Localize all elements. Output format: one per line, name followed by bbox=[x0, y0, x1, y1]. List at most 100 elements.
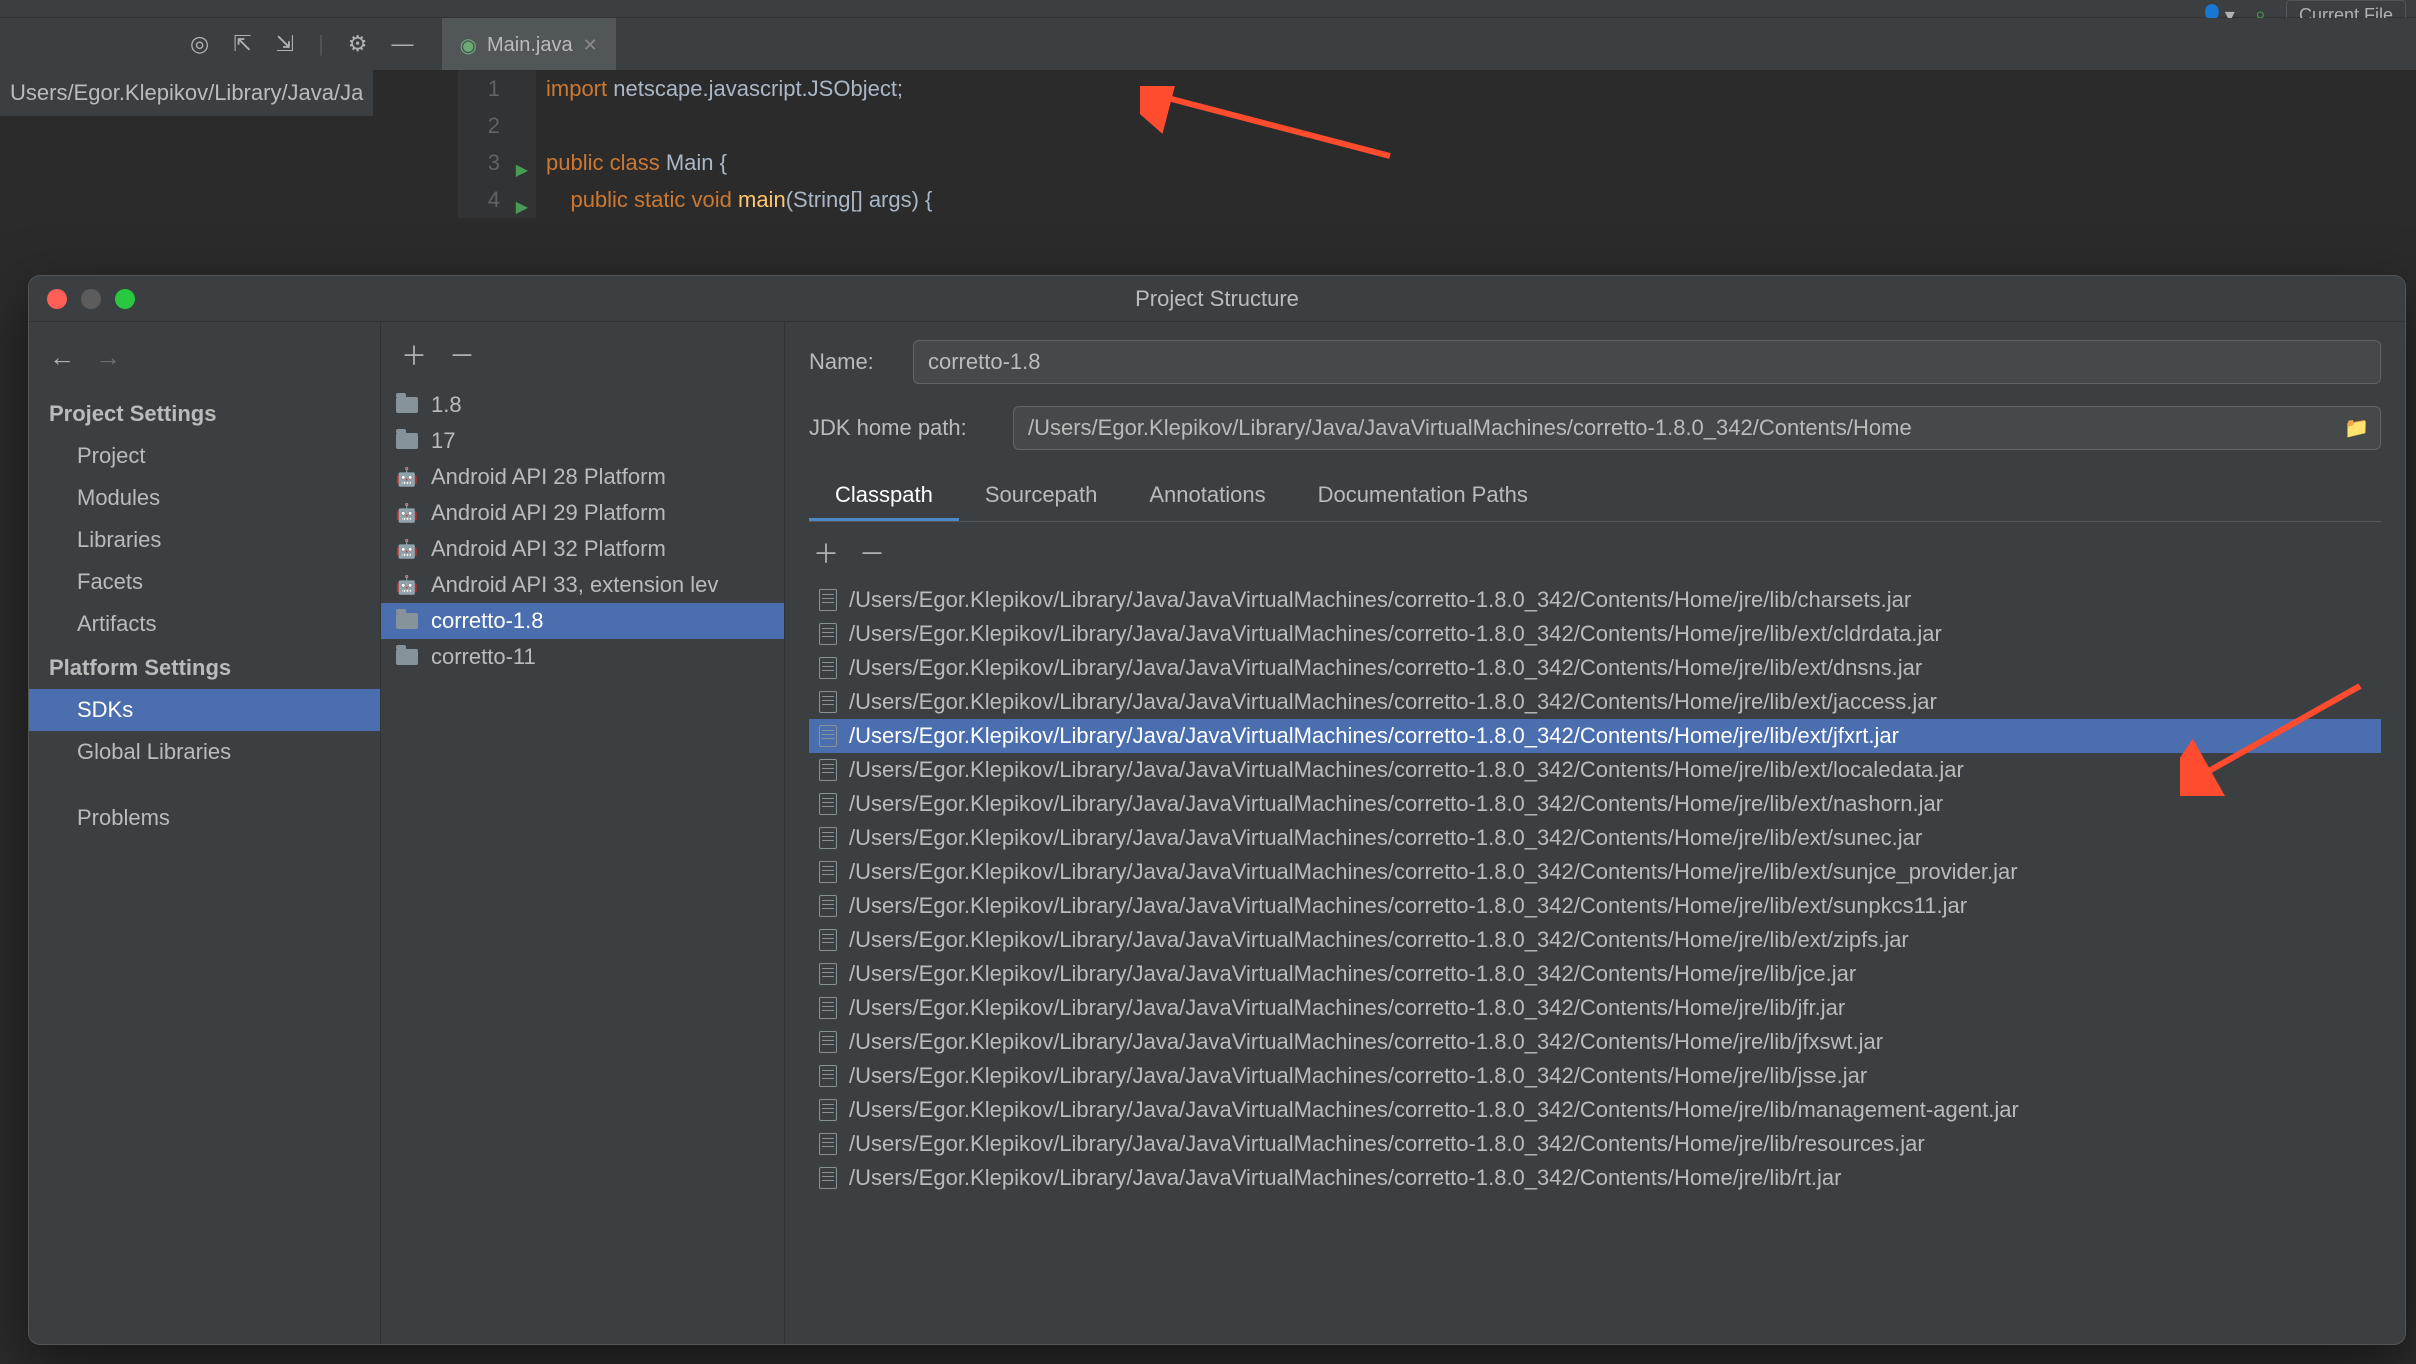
browse-folder-icon[interactable]: 📁 bbox=[2344, 416, 2369, 441]
run-gutter-icon[interactable]: ▶ bbox=[516, 152, 528, 189]
nav-item-modules[interactable]: Modules bbox=[29, 477, 380, 519]
gutter-line[interactable]: 4▶ bbox=[458, 181, 500, 218]
collapse-icon[interactable]: ⇲ bbox=[276, 31, 294, 57]
sdk-list-panel: ＋ － 1.817🤖Android API 28 Platform🤖Androi… bbox=[381, 322, 785, 1344]
gutter-line[interactable]: 3▶ bbox=[458, 144, 500, 181]
jar-icon bbox=[819, 1167, 837, 1189]
nav-item-artifacts[interactable]: Artifacts bbox=[29, 603, 380, 645]
gutter-line[interactable]: 1 bbox=[458, 70, 500, 107]
classpath-entry[interactable]: /Users/Egor.Klepikov/Library/Java/JavaVi… bbox=[809, 719, 2381, 753]
add-sdk-button[interactable]: ＋ bbox=[401, 336, 427, 373]
classpath-path: /Users/Egor.Klepikov/Library/Java/JavaVi… bbox=[849, 1097, 2019, 1123]
classpath-entry[interactable]: /Users/Egor.Klepikov/Library/Java/JavaVi… bbox=[809, 1093, 2381, 1127]
sdk-detail-panel: Name: JDK home path: 📁 ClasspathSourcepa… bbox=[785, 322, 2405, 1344]
classpath-entry[interactable]: /Users/Egor.Klepikov/Library/Java/JavaVi… bbox=[809, 991, 2381, 1025]
classpath-entry[interactable]: /Users/Egor.Klepikov/Library/Java/JavaVi… bbox=[809, 1059, 2381, 1093]
classpath-entry[interactable]: /Users/Egor.Klepikov/Library/Java/JavaVi… bbox=[809, 753, 2381, 787]
classpath-path: /Users/Egor.Klepikov/Library/Java/JavaVi… bbox=[849, 961, 1856, 987]
classpath-entry[interactable]: /Users/Egor.Klepikov/Library/Java/JavaVi… bbox=[809, 1161, 2381, 1195]
sdk-label: corretto-1.8 bbox=[431, 608, 544, 634]
classpath-path: /Users/Egor.Klepikov/Library/Java/JavaVi… bbox=[849, 859, 2018, 885]
window-minimize[interactable] bbox=[81, 289, 101, 309]
jdk-path-input[interactable] bbox=[1013, 406, 2381, 450]
jar-icon bbox=[819, 827, 837, 849]
sdk-item[interactable]: 🤖 Android API 29 Platform bbox=[381, 495, 784, 531]
window-zoom[interactable] bbox=[115, 289, 135, 309]
gutter-line[interactable]: 2 bbox=[458, 107, 500, 144]
sdk-label: Android API 29 Platform bbox=[431, 500, 666, 526]
nav-item-libraries[interactable]: Libraries bbox=[29, 519, 380, 561]
android-icon: 🤖 bbox=[395, 539, 419, 559]
sdk-name-input[interactable] bbox=[913, 340, 2381, 384]
tab-sourcepath[interactable]: Sourcepath bbox=[959, 472, 1124, 521]
classpath-entry[interactable]: /Users/Egor.Klepikov/Library/Java/JavaVi… bbox=[809, 855, 2381, 889]
classpath-entry[interactable]: /Users/Egor.Klepikov/Library/Java/JavaVi… bbox=[809, 821, 2381, 855]
classpath-entry[interactable]: /Users/Egor.Klepikov/Library/Java/JavaVi… bbox=[809, 889, 2381, 923]
file-breadcrumb[interactable]: Users/Egor.Klepikov/Library/Java/Ja bbox=[0, 70, 373, 116]
classpath-path: /Users/Egor.Klepikov/Library/Java/JavaVi… bbox=[849, 723, 1899, 749]
tab-classpath[interactable]: Classpath bbox=[809, 472, 959, 521]
classpath-path: /Users/Egor.Klepikov/Library/Java/JavaVi… bbox=[849, 927, 1909, 953]
code-line[interactable]: import netscape.javascript.JSObject; bbox=[546, 70, 2416, 107]
folder-icon bbox=[395, 431, 419, 451]
minimize-icon[interactable]: — bbox=[392, 31, 414, 57]
editor-tab-main[interactable]: ◉ Main.java ✕ bbox=[442, 18, 616, 70]
dialog-titlebar[interactable]: Project Structure bbox=[29, 276, 2405, 322]
gear-icon[interactable]: ⚙ bbox=[348, 31, 368, 57]
nav-item-project[interactable]: Project bbox=[29, 435, 380, 477]
classpath-entry[interactable]: /Users/Egor.Klepikov/Library/Java/JavaVi… bbox=[809, 583, 2381, 617]
classpath-entry[interactable]: /Users/Egor.Klepikov/Library/Java/JavaVi… bbox=[809, 617, 2381, 651]
nav-item-global-libraries[interactable]: Global Libraries bbox=[29, 731, 380, 773]
sdk-item[interactable]: 17 bbox=[381, 423, 784, 459]
expand-icon[interactable]: ⇱ bbox=[233, 31, 251, 57]
code-line[interactable]: public class Main { bbox=[546, 144, 2416, 181]
android-icon: 🤖 bbox=[395, 503, 419, 523]
nav-back-icon[interactable]: ← bbox=[49, 342, 75, 373]
sdk-item[interactable]: corretto-1.8 bbox=[381, 603, 784, 639]
run-gutter-icon[interactable]: ▶ bbox=[516, 189, 528, 226]
jar-icon bbox=[819, 1065, 837, 1087]
tab-annotations[interactable]: Annotations bbox=[1123, 472, 1291, 521]
jar-icon bbox=[819, 793, 837, 815]
add-classpath-button[interactable]: ＋ bbox=[813, 534, 839, 571]
jar-icon bbox=[819, 895, 837, 917]
classpath-path: /Users/Egor.Klepikov/Library/Java/JavaVi… bbox=[849, 655, 1922, 681]
jar-icon bbox=[819, 759, 837, 781]
settings-nav: ← → Project Settings ProjectModulesLibra… bbox=[29, 322, 381, 1344]
code-editor[interactable]: 123▶4▶ import netscape.javascript.JSObje… bbox=[458, 70, 2416, 218]
remove-classpath-button[interactable]: － bbox=[859, 534, 885, 571]
classpath-path: /Users/Egor.Klepikov/Library/Java/JavaVi… bbox=[849, 757, 1964, 783]
nav-forward-icon[interactable]: → bbox=[95, 342, 121, 373]
classpath-entry[interactable]: /Users/Egor.Klepikov/Library/Java/JavaVi… bbox=[809, 957, 2381, 991]
jar-icon bbox=[819, 861, 837, 883]
nav-item-problems[interactable]: Problems bbox=[29, 797, 380, 839]
classpath-entry[interactable]: /Users/Egor.Klepikov/Library/Java/JavaVi… bbox=[809, 651, 2381, 685]
sdk-item[interactable]: 🤖 Android API 28 Platform bbox=[381, 459, 784, 495]
classpath-entry[interactable]: /Users/Egor.Klepikov/Library/Java/JavaVi… bbox=[809, 1025, 2381, 1059]
sdk-item[interactable]: corretto-11 bbox=[381, 639, 784, 675]
classpath-entry[interactable]: /Users/Egor.Klepikov/Library/Java/JavaVi… bbox=[809, 685, 2381, 719]
dialog-title: Project Structure bbox=[1135, 286, 1299, 312]
sdk-item[interactable]: 1.8 bbox=[381, 387, 784, 423]
nav-item-sdks[interactable]: SDKs bbox=[29, 689, 380, 731]
jar-icon bbox=[819, 623, 837, 645]
remove-sdk-button[interactable]: － bbox=[449, 336, 475, 373]
jar-icon bbox=[819, 725, 837, 747]
target-icon[interactable]: ◎ bbox=[190, 31, 209, 57]
close-icon[interactable]: ✕ bbox=[583, 35, 598, 56]
nav-item-facets[interactable]: Facets bbox=[29, 561, 380, 603]
sdk-item[interactable]: 🤖Android API 33, extension lev bbox=[381, 567, 784, 603]
code-line[interactable]: public static void main(String[] args) { bbox=[546, 181, 2416, 218]
sdk-item[interactable]: 🤖Android API 32 Platform bbox=[381, 531, 784, 567]
code-line[interactable] bbox=[546, 107, 2416, 144]
classpath-entry[interactable]: /Users/Egor.Klepikov/Library/Java/JavaVi… bbox=[809, 1127, 2381, 1161]
sdk-label: Android API 28 Platform bbox=[431, 464, 666, 490]
classpath-path: /Users/Egor.Klepikov/Library/Java/JavaVi… bbox=[849, 689, 1937, 715]
android-icon: 🤖 bbox=[395, 467, 419, 487]
tab-documentation-paths[interactable]: Documentation Paths bbox=[1292, 472, 1554, 521]
window-close[interactable] bbox=[47, 289, 67, 309]
classpath-entry[interactable]: /Users/Egor.Klepikov/Library/Java/JavaVi… bbox=[809, 923, 2381, 957]
sdk-label: Android API 33, extension lev bbox=[431, 572, 718, 598]
folder-icon bbox=[395, 395, 419, 415]
classpath-entry[interactable]: /Users/Egor.Klepikov/Library/Java/JavaVi… bbox=[809, 787, 2381, 821]
